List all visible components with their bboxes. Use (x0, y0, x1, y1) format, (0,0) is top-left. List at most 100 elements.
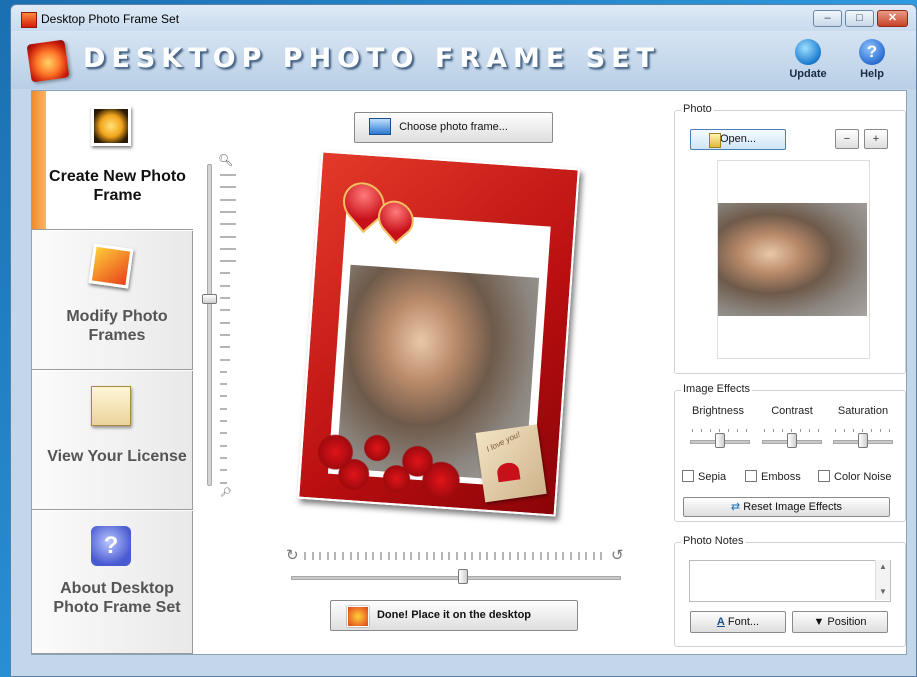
sepia-checkbox[interactable]: Sepia (682, 470, 726, 483)
slider-tick (364, 552, 367, 560)
zoom-slider-track[interactable] (207, 164, 212, 486)
slider-tick (486, 552, 489, 560)
slider-tick (387, 552, 390, 560)
scroll-up-icon[interactable]: ▲ (876, 560, 890, 573)
slider-tick (220, 481, 227, 484)
zoom-out-button[interactable]: − (835, 129, 859, 149)
photo-frame: I love you! (297, 150, 580, 517)
choose-frame-button[interactable]: Choose photo frame... (354, 112, 553, 143)
brightness-slider-thumb[interactable] (715, 433, 725, 448)
help-button[interactable]: ? Help (847, 39, 897, 80)
app-icon (21, 12, 37, 28)
slider-tick (692, 429, 693, 432)
zoom-out-icon: 🔎︎ (220, 487, 232, 497)
font-label: Font... (727, 616, 760, 628)
zoom-in-button[interactable]: + (864, 129, 888, 149)
choose-frame-label: Choose photo frame... (399, 121, 508, 133)
photo-notes-textarea[interactable] (689, 560, 891, 602)
update-label: Update (789, 68, 827, 80)
photos-icon (88, 243, 134, 289)
app-title: DESKTOP PHOTO FRAME SET (83, 43, 661, 74)
sidebar-item-license[interactable]: View Your License (32, 371, 193, 510)
saturation-slider-thumb[interactable] (858, 433, 868, 448)
slider-tick (532, 552, 534, 560)
desktop-frame-icon (347, 606, 369, 627)
reset-effects-button[interactable]: ⇄ Reset Image Effects (683, 497, 890, 517)
scrollbar-track[interactable] (876, 573, 890, 585)
slider-tick (600, 552, 603, 560)
slider-tick (746, 429, 747, 432)
update-globe-icon (795, 39, 821, 65)
slider-tick (220, 284, 230, 287)
rose-photo-icon (91, 106, 131, 146)
active-indicator (32, 91, 46, 229)
sepia-checkbox-box[interactable] (682, 470, 694, 482)
slider-tick (554, 552, 557, 560)
image-effects-label: Image Effects (681, 383, 753, 395)
open-photo-label: Open... (719, 133, 757, 145)
rotation-slider[interactable]: ↻ ↺ (286, 546, 626, 584)
contrast-slider-thumb[interactable] (787, 433, 797, 448)
brightness-label: Brightness (692, 405, 744, 417)
slider-tick (220, 174, 236, 176)
title-bar[interactable]: Desktop Photo Frame Set – □ ✕ (11, 5, 916, 31)
maximize-button[interactable]: □ (845, 10, 874, 27)
place-on-desktop-button[interactable]: Done! Place it on the desktop (330, 600, 578, 631)
zoom-in-icon: 🔍︎ (218, 153, 234, 167)
slider-tick (220, 309, 230, 312)
emboss-checkbox-box[interactable] (745, 470, 757, 482)
slider-tick (516, 552, 519, 560)
slider-tick (304, 552, 306, 560)
position-label: Position (827, 616, 867, 628)
rotate-left-icon[interactable]: ↻ (286, 546, 299, 564)
slider-tick (220, 186, 236, 189)
font-icon: A (716, 616, 725, 628)
slider-tick (737, 429, 738, 432)
rotation-slider-track[interactable] (291, 576, 621, 580)
slider-tick (471, 552, 474, 560)
sidebar-item-modify[interactable]: Modify Photo Frames (32, 231, 193, 370)
slider-tick (494, 552, 496, 560)
open-file-icon (709, 133, 721, 148)
color-noise-checkbox[interactable]: Color Noise (818, 470, 891, 483)
slider-tick (220, 432, 227, 435)
slider-tick (220, 297, 230, 299)
frame-preview[interactable]: I love you! (294, 150, 589, 521)
slider-tick (372, 552, 375, 560)
zoom-slider-thumb[interactable] (202, 294, 217, 305)
slider-tick (220, 420, 227, 422)
slider-tick (220, 358, 230, 361)
rotation-slider-thumb[interactable] (457, 569, 468, 584)
open-photo-button[interactable]: Open... (690, 129, 786, 150)
slider-tick (220, 198, 236, 201)
close-button[interactable]: ✕ (877, 10, 908, 27)
photo-notes-group: Photo Notes ▲ ▼ A Font... ▼ Position (674, 535, 906, 647)
slider-tick (220, 235, 236, 238)
emboss-checkbox[interactable]: Emboss (745, 470, 801, 483)
rotate-right-icon[interactable]: ↺ (611, 546, 624, 564)
scroll-down-icon[interactable]: ▼ (876, 585, 890, 598)
position-button[interactable]: ▼ Position (792, 611, 888, 633)
font-button[interactable]: A Font... (690, 611, 786, 633)
zoom-slider[interactable]: 🔍︎ 🔎︎ (202, 153, 236, 497)
sidebar-item-create-new[interactable]: Create New Photo Frame (32, 91, 193, 230)
slider-tick (395, 552, 398, 560)
sidebar-item-about[interactable]: ? About Desktop Photo Frame Set (32, 511, 193, 654)
sepia-label: Sepia (698, 471, 727, 483)
slider-tick (524, 552, 527, 560)
slider-tick (425, 552, 428, 560)
minimize-button[interactable]: – (813, 10, 842, 27)
sidebar-item-label: About Desktop Photo Frame Set (53, 580, 181, 616)
slider-tick (220, 395, 227, 398)
window-title: Desktop Photo Frame Set (41, 12, 180, 26)
slider-tick (871, 429, 872, 432)
slider-tick (562, 552, 565, 560)
slider-tick (880, 429, 881, 432)
slider-tick (728, 429, 729, 432)
color-noise-checkbox-box[interactable] (818, 470, 830, 482)
main-content: Create New Photo Frame Modify Photo Fram… (31, 90, 907, 655)
about-help-icon: ? (91, 526, 131, 566)
slider-tick (433, 552, 436, 560)
update-button[interactable]: Update (783, 39, 833, 80)
notes-scrollbar[interactable]: ▲ ▼ (875, 560, 890, 600)
